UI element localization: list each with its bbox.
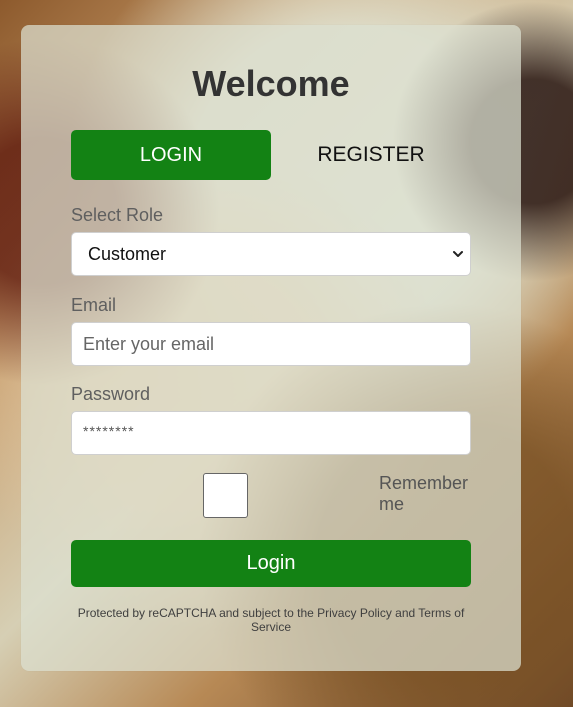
chevron-down-icon xyxy=(452,248,464,260)
recaptcha-notice: Protected by reCAPTCHA and subject to th… xyxy=(77,606,465,634)
role-label: Select Role xyxy=(71,205,164,225)
login-button[interactable]: Login xyxy=(71,540,471,587)
role-select-value: Customer xyxy=(88,243,167,264)
tab-register[interactable]: REGISTER xyxy=(271,130,471,180)
email-placeholder: Enter your email xyxy=(83,333,215,354)
password-field[interactable]: ******** xyxy=(71,411,471,455)
page-title: Welcome xyxy=(192,63,350,104)
password-label: Password xyxy=(71,384,151,404)
email-label: Email xyxy=(71,295,117,315)
remember-checkbox[interactable] xyxy=(203,473,248,518)
login-card: Welcome LOGIN REGISTER Select Role Custo… xyxy=(21,25,521,671)
tab-login[interactable]: LOGIN xyxy=(71,130,271,180)
email-field[interactable]: Enter your email xyxy=(71,322,471,366)
remember-label: Remember me xyxy=(379,473,469,514)
role-select[interactable]: Customer xyxy=(71,232,471,276)
password-value: ******** xyxy=(83,423,135,439)
